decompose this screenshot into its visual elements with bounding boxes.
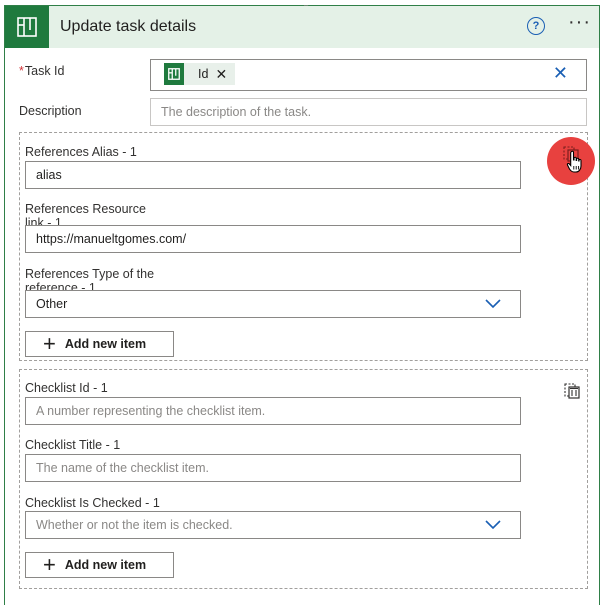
token-label: Id — [198, 67, 209, 81]
resource-label-line1: References Resource — [25, 202, 146, 216]
references-alias-input[interactable]: alias — [25, 161, 521, 189]
references-type-dropdown[interactable]: Other — [25, 290, 521, 318]
planner-icon — [5, 6, 49, 48]
references-type-value: Other — [36, 297, 68, 311]
task-id-label-text: Task Id — [24, 64, 65, 78]
checklist-is-checked-label: Checklist Is Checked - 1 — [25, 496, 160, 510]
task-id-field[interactable]: Id ✕ ✕ — [150, 59, 587, 91]
clear-field-icon[interactable]: ✕ — [553, 64, 568, 82]
clipboard-delete-icon[interactable] — [563, 381, 581, 402]
plus-icon: + — [43, 331, 56, 356]
card-title: Update task details — [60, 18, 197, 35]
checklist-is-checked-dropdown[interactable]: Whether or not the item is checked. — [25, 511, 521, 539]
card-header[interactable]: Update task details ? ··· — [5, 6, 599, 48]
checklist-title-label: Checklist Title - 1 — [25, 438, 121, 452]
checklist-is-checked-placeholder: Whether or not the item is checked. — [36, 518, 233, 532]
references-add-new-item-button[interactable]: + Add new item — [25, 331, 174, 357]
description-label: Description — [19, 104, 82, 118]
description-input[interactable]: The description of the task. — [150, 98, 587, 126]
help-icon[interactable]: ? — [527, 17, 545, 35]
required-marker: * — [19, 64, 24, 78]
plus-icon: + — [43, 552, 56, 577]
more-options-icon[interactable]: ··· — [568, 12, 592, 34]
hand-cursor-icon — [566, 150, 584, 177]
checklist-title-input[interactable]: The name of the checklist item. — [25, 454, 521, 482]
remove-token-icon[interactable]: ✕ — [215, 61, 227, 87]
chevron-down-icon[interactable] — [484, 515, 502, 542]
dynamic-content-token-id[interactable]: Id ✕ — [164, 63, 235, 85]
update-task-details-card: ▾ Update task details ? ··· *Task Id — [4, 3, 600, 605]
checklist-id-label: Checklist Id - 1 — [25, 381, 108, 395]
type-label-line1: References Type of the — [25, 267, 155, 281]
references-alias-label: References Alias - 1 — [25, 145, 137, 159]
add-new-item-label: Add new item — [64, 337, 147, 351]
chevron-down-icon[interactable] — [484, 294, 502, 321]
checklist-id-input[interactable]: A number representing the checklist item… — [25, 397, 521, 425]
references-resource-input[interactable]: https://manueltgomes.com/ — [25, 225, 521, 253]
task-id-label: *Task Id — [19, 64, 64, 78]
planner-icon — [164, 63, 184, 85]
add-new-item-label: Add new item — [64, 558, 147, 572]
checklist-add-new-item-button[interactable]: + Add new item — [25, 552, 174, 578]
